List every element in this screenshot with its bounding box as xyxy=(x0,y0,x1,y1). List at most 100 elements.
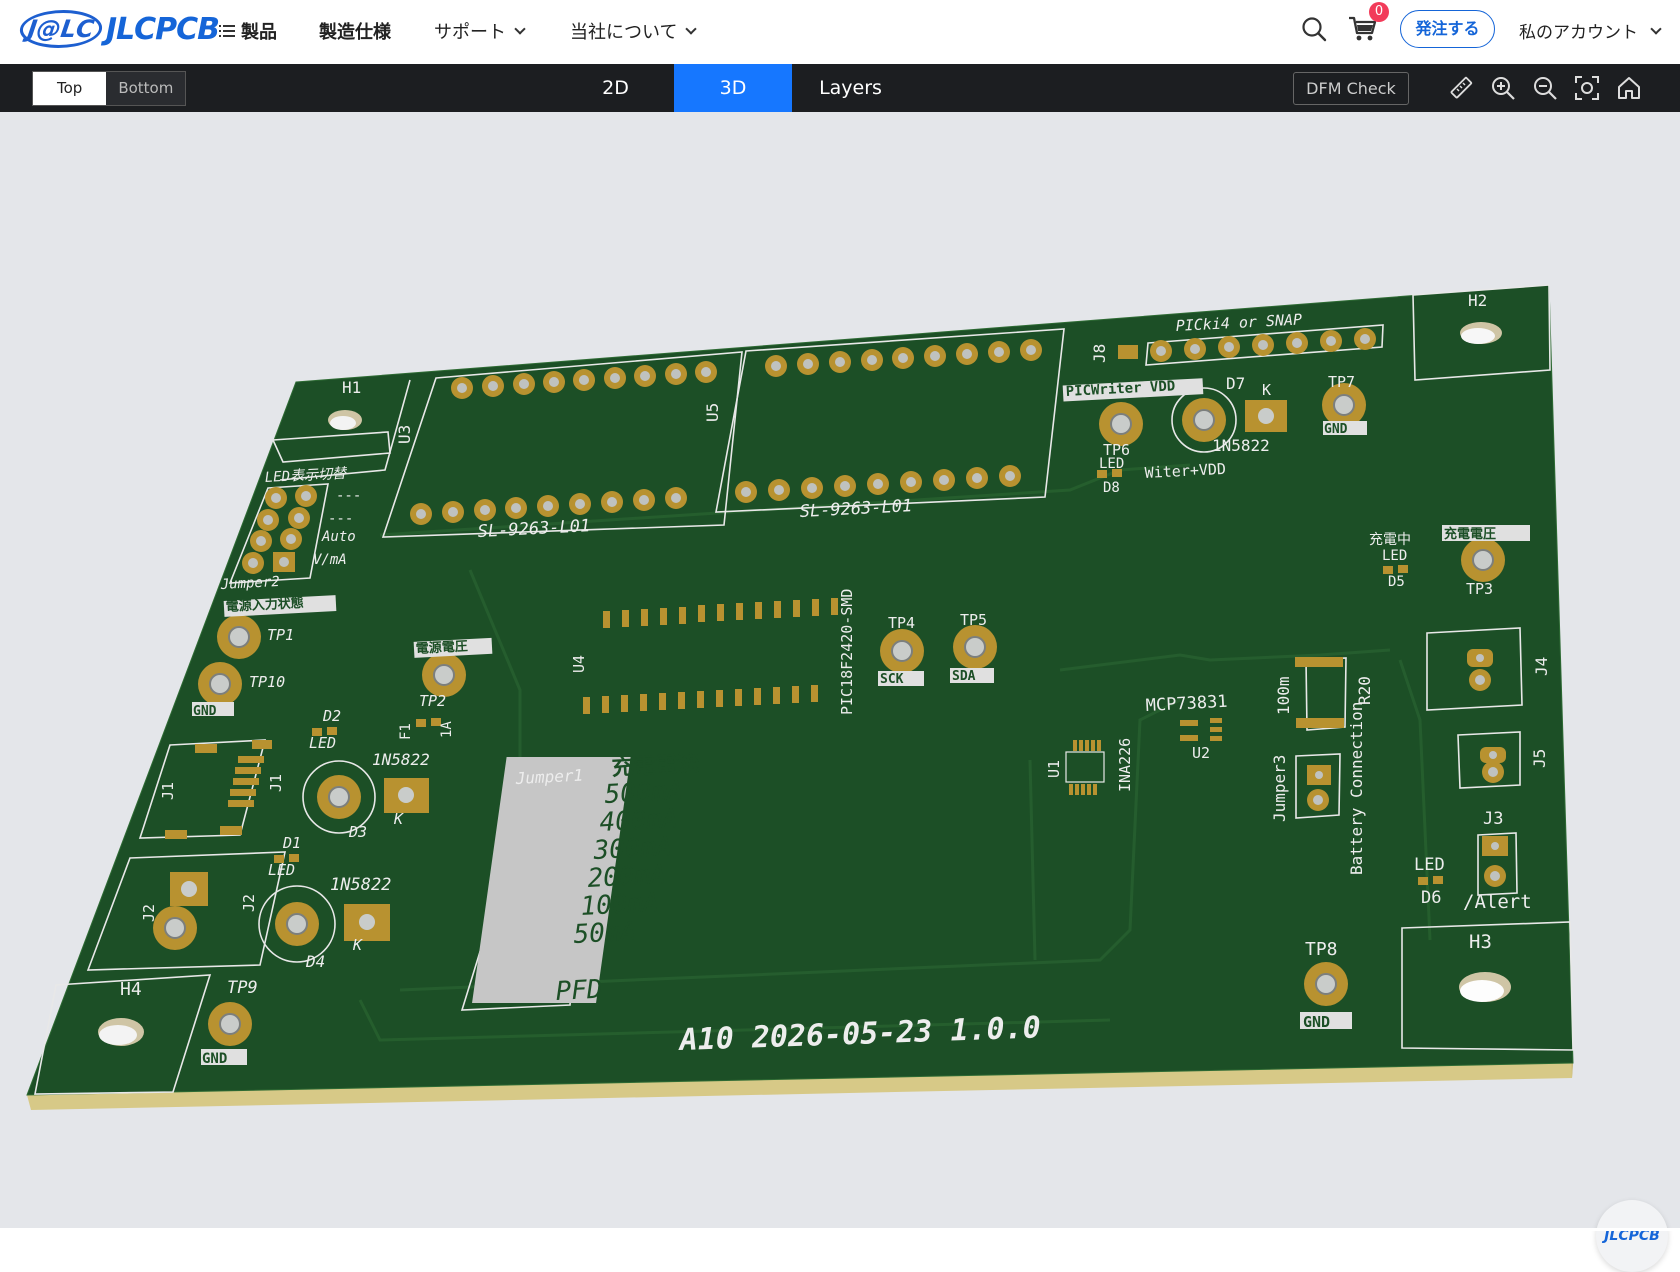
dash-label-1: --- xyxy=(336,488,361,504)
d2-led-label: LED xyxy=(309,734,336,752)
tp7-label: TP7 xyxy=(1328,373,1355,391)
f1-label: F1 xyxy=(398,723,414,740)
tp10-pad xyxy=(197,661,243,707)
tp1-pad xyxy=(216,614,262,660)
sck-label: SCK xyxy=(880,672,904,687)
home-icon[interactable] xyxy=(1616,75,1642,101)
u5-label: U5 xyxy=(703,403,722,422)
zoom-in-icon[interactable] xyxy=(1490,75,1516,101)
d3-part-label: 1N5822 xyxy=(372,750,430,769)
h1-label: H1 xyxy=(342,378,361,397)
f1-rating-label: 1A xyxy=(439,721,455,738)
h3-label: H3 xyxy=(1469,931,1492,953)
j4-label: J4 xyxy=(1532,657,1551,676)
d5-led-label: LED xyxy=(1382,548,1407,564)
order-button[interactable]: 発注する xyxy=(1400,10,1495,48)
ruler-icon[interactable] xyxy=(1448,75,1474,101)
nav-products[interactable]: 製品 xyxy=(219,18,277,44)
alert-label: /Alert xyxy=(1463,891,1532,913)
d2-label: D2 xyxy=(322,707,341,725)
d4-part-label: 1N5822 xyxy=(330,875,391,895)
account-menu[interactable]: 私のアカウント xyxy=(1519,18,1662,43)
tp10-label: TP10 xyxy=(249,673,285,691)
j3-label: J3 xyxy=(1483,809,1503,829)
nav-support[interactable]: サポート xyxy=(434,18,526,44)
top-side-button[interactable]: Top xyxy=(33,72,107,105)
d5-label: D5 xyxy=(1388,574,1405,590)
d4-label: D4 xyxy=(305,952,325,971)
nav-specs[interactable]: 製造仕様 xyxy=(319,18,391,44)
d3-k-label: K xyxy=(393,810,404,828)
tp1-label: TP1 xyxy=(267,626,294,644)
account-label: 私のアカウント xyxy=(1519,23,1638,43)
d8-label: D8 xyxy=(1103,480,1120,496)
tp3-pad xyxy=(1460,537,1506,583)
sda-label: SDA xyxy=(952,669,976,684)
pcb-3d-board[interactable]: H1 H2 H3 H4 U3 U5 SL-9263-L01 SL-9263-L0… xyxy=(0,112,1680,1231)
tp9-pad xyxy=(207,1001,253,1047)
fit-view-icon[interactable] xyxy=(1574,75,1600,101)
d7-k-label: K xyxy=(1262,381,1271,399)
current-50ma: 50mA xyxy=(573,917,637,950)
r20-label: R20 xyxy=(1355,676,1374,705)
nav-support-label: サポート xyxy=(434,22,506,43)
ina226-label: INA226 xyxy=(1116,738,1134,792)
d8-led-label: LED xyxy=(1099,456,1124,472)
nav-specs-label: 製造仕様 xyxy=(319,22,391,43)
tp4-label: TP4 xyxy=(888,614,915,632)
top-navigation: J@LC JLCPCB 製品 製造仕様 サポート 当社について 0 発注する 私… xyxy=(0,0,1680,64)
battery-connection-label: Battery Connection xyxy=(1347,702,1366,875)
d1-label: D1 xyxy=(282,834,301,852)
charging-label: 充電中 xyxy=(1369,532,1411,548)
tab-layers[interactable]: Layers xyxy=(792,64,909,112)
dash-label-2: --- xyxy=(328,511,353,527)
tp2-pad xyxy=(421,652,467,698)
tp5-label: TP5 xyxy=(960,611,987,629)
d6-label: D6 xyxy=(1421,888,1441,908)
tab-3d[interactable]: 3D xyxy=(674,64,792,112)
u3-label: U3 xyxy=(395,425,414,444)
cart-count-badge: 0 xyxy=(1369,2,1389,22)
j1-label-b: J1 xyxy=(267,774,285,792)
power-voltage-label: 電源電圧 xyxy=(415,638,468,657)
zoom-out-icon[interactable] xyxy=(1532,75,1558,101)
nav-about-label: 当社について xyxy=(570,22,678,43)
j1-label-a: J1 xyxy=(159,782,177,800)
bottom-side-button[interactable]: Bottom xyxy=(106,72,186,105)
u1-label: U1 xyxy=(1045,760,1063,778)
d4-k-label: K xyxy=(352,936,363,954)
tp2-label: TP2 xyxy=(419,692,446,710)
jlcpcb-floating-button[interactable]: JLCPCB xyxy=(1596,1200,1668,1272)
mcu-label: PIC18F2420-SMD xyxy=(838,589,856,715)
jlcpcb-logo[interactable]: J@LC JLCPCB xyxy=(17,10,220,48)
side-toggle: Top Bottom xyxy=(32,71,187,106)
chevron-down-icon xyxy=(514,23,526,35)
chevron-down-icon xyxy=(1650,22,1662,35)
chevron-down-icon xyxy=(685,23,698,35)
r20-value-label: 100m xyxy=(1274,676,1293,715)
d6-led-label: LED xyxy=(1414,855,1445,875)
tab-2d[interactable]: 2D xyxy=(557,64,674,112)
dfm-check-button[interactable]: DFM Check xyxy=(1293,72,1409,105)
jumper2-label: Jumper2 xyxy=(219,574,280,593)
nav-about[interactable]: 当社について xyxy=(570,18,698,44)
j5-label: J5 xyxy=(1530,749,1549,768)
tp8-gnd-label: GND xyxy=(1303,1013,1330,1031)
pfd-label: PFD xyxy=(555,975,603,1007)
j2-label-a: J2 xyxy=(140,904,158,922)
logo-mark: J@LC xyxy=(17,10,105,48)
vma-label: V/mA xyxy=(313,552,347,568)
tp8-label: TP8 xyxy=(1305,939,1338,960)
u4-label: U4 xyxy=(570,655,588,673)
h2-label: H2 xyxy=(1468,291,1487,310)
jumper1-label: Jumper1 xyxy=(514,765,583,788)
d3-label: D3 xyxy=(348,823,367,841)
d7-label: D7 xyxy=(1226,374,1245,393)
u2-label: U2 xyxy=(1192,744,1210,762)
pcb-3d-viewport[interactable]: H1 H2 H3 H4 U3 U5 SL-9263-L01 SL-9263-L0… xyxy=(0,112,1680,1272)
tp9-gnd-label: GND xyxy=(202,1051,227,1067)
auto-label: Auto xyxy=(321,529,356,545)
charge-voltage-label: 充電電圧 xyxy=(1444,526,1496,542)
h4-label: H4 xyxy=(120,979,142,1000)
search-icon[interactable] xyxy=(1300,15,1328,43)
